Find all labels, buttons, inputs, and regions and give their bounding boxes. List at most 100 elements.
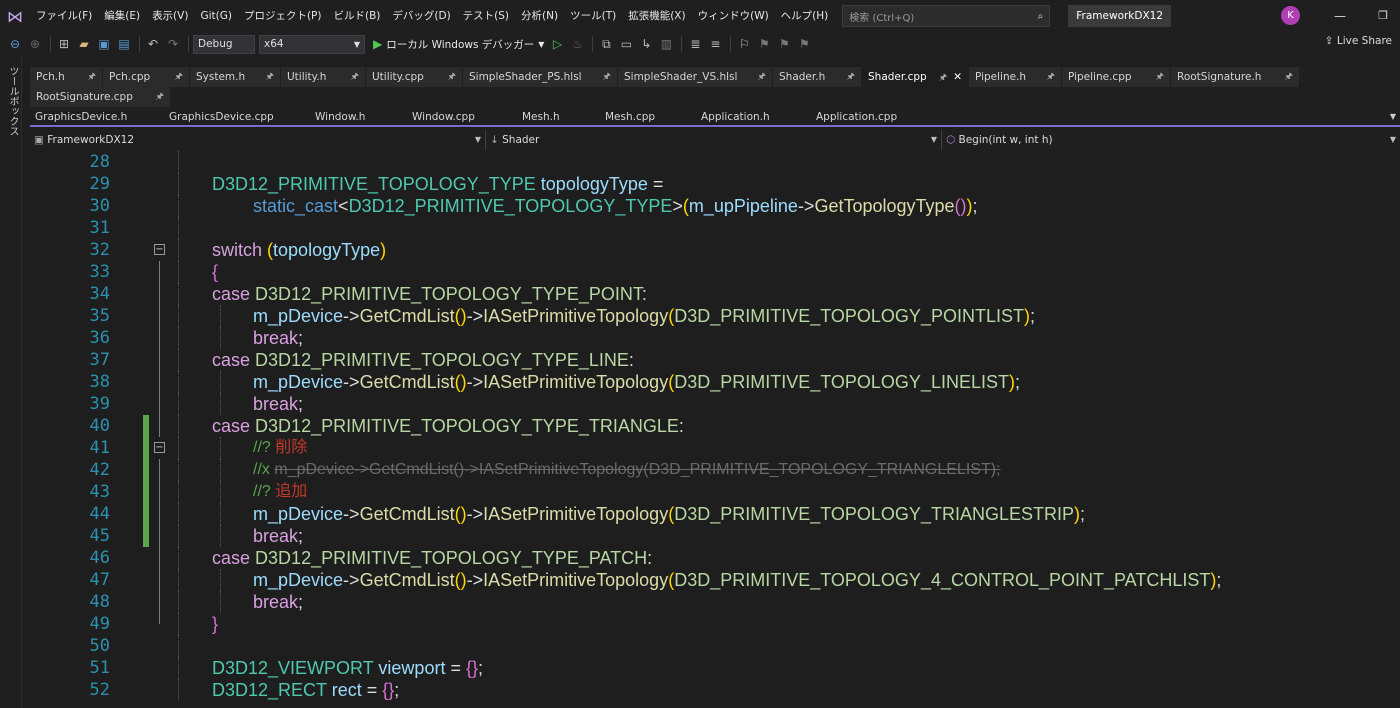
menu-window[interactable]: ウィンドウ(W): [692, 5, 775, 27]
toolbox-tab[interactable]: ツールボックス: [5, 66, 20, 136]
menu-test[interactable]: テスト(S): [457, 5, 515, 27]
menu-git[interactable]: Git(G): [194, 5, 238, 27]
new-project-icon[interactable]: ⊞: [55, 35, 73, 53]
menu-help[interactable]: ヘルプ(H): [775, 5, 835, 27]
close-icon[interactable]: ✕: [953, 71, 962, 83]
tab-graphicsdevice-h[interactable]: GraphicsDevice.h: [30, 108, 164, 126]
scope-dropdown[interactable]: ↓ Shader ▼: [486, 130, 942, 150]
code-line: 36 break;: [30, 327, 1400, 349]
menu-project[interactable]: プロジェクト(P): [238, 5, 328, 27]
tab-mesh-cpp[interactable]: Mesh.cpp: [600, 108, 696, 126]
tab-window-cpp[interactable]: Window.cpp: [407, 108, 517, 126]
pin-icon[interactable]: 🖈: [1047, 67, 1055, 87]
restore-icon[interactable]: ❐: [1373, 6, 1393, 26]
pin-icon[interactable]: 🖈: [939, 73, 947, 83]
solution-name-badge[interactable]: FrameworkDX12: [1068, 5, 1172, 27]
line-number: 51: [89, 658, 110, 678]
menu-analyze[interactable]: 分析(N): [515, 5, 564, 27]
tab-pch-cpp[interactable]: Pch.cpp 🖈: [103, 67, 189, 87]
navigate-forward-icon[interactable]: ⊕: [26, 35, 44, 53]
pin-icon[interactable]: 🖈: [156, 87, 164, 107]
pin-icon[interactable]: 🖈: [847, 67, 855, 87]
step-icon[interactable]: ↳: [637, 35, 655, 53]
minimize-icon[interactable]: —: [1330, 6, 1350, 26]
tab-shader-h[interactable]: Shader.h 🖈: [773, 67, 861, 87]
tab-utility-cpp[interactable]: Utility.cpp 🖈: [366, 67, 462, 87]
undo-icon[interactable]: ↶: [144, 35, 162, 53]
code-token: D3D12_PRIMITIVE_TOPOLOGY_TYPE: [348, 196, 673, 216]
comment-icon[interactable]: ≣: [686, 35, 704, 53]
tab-rootsignature-h[interactable]: RootSignature.h 🖈: [1171, 67, 1299, 87]
hot-reload-icon[interactable]: ♨: [568, 35, 586, 53]
start-debugging-button[interactable]: ▶ ローカル Windows デバッガー ▼: [373, 37, 544, 52]
search-icon: ⌕: [1037, 10, 1044, 22]
tab-application-h[interactable]: Application.h: [696, 108, 811, 126]
tab-system-h[interactable]: System.h 🖈: [190, 67, 280, 87]
collapse-icon[interactable]: −: [154, 244, 165, 255]
tab-mesh-h[interactable]: Mesh.h: [517, 108, 600, 126]
menu-file[interactable]: ファイル(F): [30, 5, 98, 27]
indent-guide: [178, 525, 179, 547]
next-bookmark-icon[interactable]: ⚑: [775, 35, 793, 53]
open-folder-icon[interactable]: ▰: [75, 35, 93, 53]
platform-dropdown[interactable]: x64 ▼: [259, 34, 365, 54]
menu-view[interactable]: 表示(V): [146, 5, 194, 27]
uncomment-icon[interactable]: ≡: [706, 35, 724, 53]
project-dropdown[interactable]: ▣ FrameworkDX12 ▼: [30, 130, 486, 150]
pin-icon[interactable]: 🖈: [266, 67, 274, 87]
live-share-button[interactable]: ⇪ Live Share: [1325, 35, 1392, 47]
code-editor[interactable]: 28 29 D3D12_PRIMITIVE_TOPOLOGY_TYPE topo…: [30, 151, 1400, 708]
tab-window-h[interactable]: Window.h: [310, 108, 407, 126]
tab-overflow-icon[interactable]: ▼: [1390, 112, 1396, 121]
search-input[interactable]: 検索 (Ctrl+Q) ⌕: [842, 5, 1051, 27]
menu-edit[interactable]: 編集(E): [98, 5, 146, 27]
indent-guide: [178, 415, 179, 437]
pin-icon[interactable]: 🖈: [1156, 67, 1164, 87]
pin-icon[interactable]: 🖈: [351, 67, 359, 87]
tab-graphicsdevice-cpp[interactable]: GraphicsDevice.cpp: [164, 108, 310, 126]
tab-utility-h[interactable]: Utility.h 🖈: [281, 67, 365, 87]
menu-debug[interactable]: デバッグ(D): [386, 5, 456, 27]
save-icon[interactable]: ▣: [95, 35, 113, 53]
code-token: D3D_PRIMITIVE_TOPOLOGY_LINELIST: [674, 372, 1009, 392]
code-text: break;: [253, 592, 304, 612]
save-all-icon[interactable]: ▤: [115, 35, 133, 53]
menu-extensions[interactable]: 拡張機能(X): [622, 5, 691, 27]
account-avatar[interactable]: K: [1281, 6, 1300, 25]
redo-icon[interactable]: ↷: [164, 35, 182, 53]
bookmark-icon[interactable]: ⚐: [735, 35, 753, 53]
browse-icon[interactable]: ⧉: [597, 35, 615, 53]
pin-icon[interactable]: 🖈: [448, 67, 456, 87]
tab-pipeline-cpp[interactable]: Pipeline.cpp 🖈: [1062, 67, 1170, 87]
line-number: 50: [89, 636, 110, 656]
code-token: m_pDevice->GetCmdList()->IASetPrimitiveT…: [274, 461, 1001, 478]
menu-build[interactable]: ビルド(B): [327, 5, 386, 27]
pin-icon[interactable]: 🖈: [88, 67, 96, 87]
tab-rootsignature-cpp[interactable]: RootSignature.cpp 🖈: [30, 87, 170, 107]
menu-tools[interactable]: ツール(T): [564, 5, 622, 27]
tab-shader-cpp[interactable]: Shader.cpp 🖈 ✕: [862, 67, 968, 87]
code-token: static_cast: [253, 196, 339, 216]
tab-pch-h[interactable]: Pch.h 🖈: [30, 67, 102, 87]
collapse-icon[interactable]: −: [154, 442, 165, 453]
pin-icon[interactable]: 🖈: [175, 67, 183, 87]
configuration-dropdown[interactable]: Debug: [193, 34, 255, 54]
tab-simpleshader-vs[interactable]: SimpleShader_VS.hlsl 🖈: [618, 67, 772, 87]
window-layout-icon[interactable]: ▭: [617, 35, 635, 53]
fold-guide: [159, 613, 160, 624]
member-dropdown[interactable]: ⬡ Begin(int w, int h) ▼: [942, 130, 1400, 150]
indent-guide: [178, 195, 179, 217]
breakpoints-icon[interactable]: ▥: [657, 35, 675, 53]
navigate-back-icon[interactable]: ⊖: [6, 35, 24, 53]
prev-bookmark-icon[interactable]: ⚑: [755, 35, 773, 53]
pin-icon[interactable]: 🖈: [603, 67, 611, 87]
tab-application-cpp[interactable]: Application.cpp: [811, 108, 941, 126]
pin-icon[interactable]: 🖈: [758, 67, 766, 87]
visual-studio-logo-icon[interactable]: ⋈: [0, 0, 30, 32]
tab-pipeline-h[interactable]: Pipeline.h 🖈: [969, 67, 1061, 87]
pin-icon[interactable]: 🖈: [1285, 67, 1293, 87]
start-without-debugging-icon[interactable]: ▷: [548, 35, 566, 53]
fold-guide: [159, 547, 160, 569]
tab-simpleshader-ps[interactable]: SimpleShader_PS.hlsl 🖈: [463, 67, 617, 87]
clear-bookmarks-icon[interactable]: ⚑: [795, 35, 813, 53]
